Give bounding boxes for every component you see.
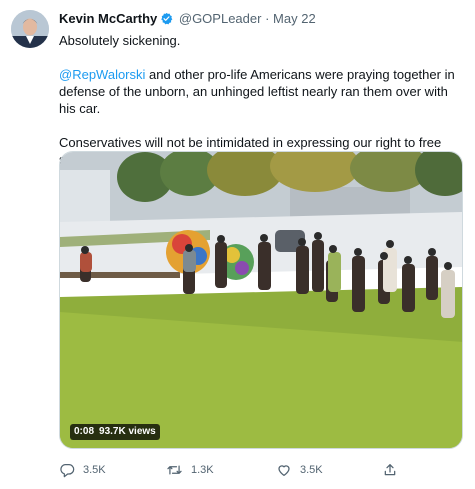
- reply-button[interactable]: 3.5K: [59, 462, 106, 478]
- video-views: 93.7K views: [99, 426, 156, 437]
- avatar[interactable]: [11, 10, 49, 48]
- retweet-icon: [166, 462, 183, 478]
- author-handle[interactable]: @GOPLeader: [179, 11, 262, 26]
- header-separator: ·: [265, 11, 270, 26]
- tweet-actions: 3.5K 1.3K 3.5K: [59, 462, 464, 482]
- tweet-date[interactable]: May 22: [273, 11, 316, 26]
- like-button[interactable]: 3.5K: [276, 462, 323, 478]
- verified-badge-icon: [160, 12, 173, 29]
- reply-count: 3.5K: [83, 464, 106, 476]
- mention-link[interactable]: @RepWalorski: [59, 67, 145, 82]
- retweet-count: 1.3K: [191, 464, 214, 476]
- like-icon: [276, 462, 292, 478]
- tweet-line-1: Absolutely sickening.: [59, 33, 181, 48]
- share-icon: [382, 462, 398, 478]
- reply-icon: [59, 462, 75, 478]
- video-player[interactable]: 0:08 93.7K views: [59, 151, 463, 449]
- tweet-header: Kevin McCarthy @GOPLeader · May 22: [59, 10, 316, 29]
- retweet-button[interactable]: 1.3K: [166, 462, 214, 478]
- tweet-paragraph-2: @RepWalorski and other pro-life American…: [59, 66, 464, 117]
- author-name[interactable]: Kevin McCarthy: [59, 11, 157, 26]
- video-overlay: 0:08 93.7K views: [70, 424, 160, 440]
- share-button[interactable]: [382, 462, 398, 478]
- video-frame: [60, 152, 462, 448]
- like-count: 3.5K: [300, 464, 323, 476]
- video-duration: 0:08: [74, 426, 95, 437]
